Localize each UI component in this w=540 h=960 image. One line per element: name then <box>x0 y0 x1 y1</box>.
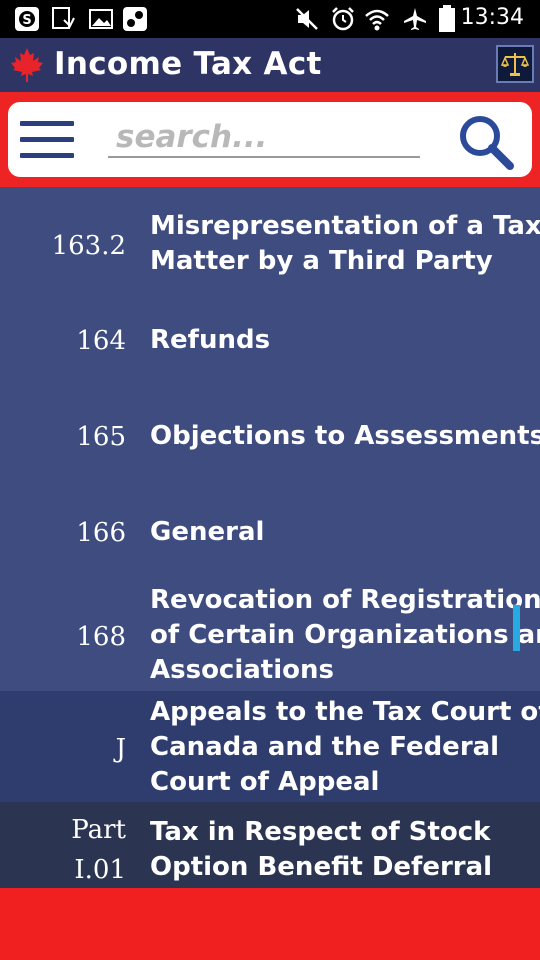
section-number: 164 <box>76 326 126 356</box>
menu-icon-line <box>20 137 74 142</box>
section-number: 165 <box>76 422 126 452</box>
list-item[interactable]: 168 Revocation of Registration of Certai… <box>0 573 540 691</box>
app-title: Income Tax Act <box>54 46 322 82</box>
search-box: search... <box>8 102 532 177</box>
list-item[interactable]: 166 General <box>0 477 540 573</box>
download-icon <box>50 6 76 32</box>
search-input[interactable]: search... <box>108 120 420 158</box>
search-icon <box>460 116 514 170</box>
list-item[interactable]: Part I.01 Tax in Respect of Stock Option… <box>0 802 540 888</box>
skype-icon: S <box>14 6 40 32</box>
wifi-icon <box>364 6 390 32</box>
menu-button[interactable] <box>20 121 76 161</box>
section-number: J <box>115 734 126 764</box>
scrollbar[interactable] <box>513 605 520 651</box>
section-title: Appeals to the Tax Court of Canada and t… <box>150 697 540 797</box>
search-bar: search... <box>0 92 540 187</box>
list-item[interactable]: J Appeals to the Tax Court of Canada and… <box>0 691 540 802</box>
section-number: 163.2 <box>51 231 126 261</box>
scales-icon <box>500 53 530 76</box>
battery-icon <box>434 5 460 32</box>
section-title: Revocation of Registration of Certain Or… <box>150 585 540 685</box>
menu-icon-line <box>20 121 74 126</box>
section-title: General <box>150 517 265 547</box>
alarm-icon <box>330 6 356 32</box>
list-item[interactable]: 164 Refunds <box>0 285 540 381</box>
list-item[interactable]: 163.2 Misrepresentation of a Tax Matter … <box>0 187 540 285</box>
menu-icon-line <box>20 153 74 158</box>
airplane-mode-icon <box>402 6 428 32</box>
section-list: 163.2 Misrepresentation of a Tax Matter … <box>0 187 540 888</box>
maple-leaf-icon <box>8 46 46 84</box>
section-title: Objections to Assessments <box>150 421 540 451</box>
status-time: 13:34 <box>460 5 524 30</box>
scales-of-justice-button[interactable] <box>496 45 534 83</box>
gallery-icon <box>88 6 114 32</box>
section-title: Tax in Respect of Stock Option Benefit D… <box>150 817 493 882</box>
section-number: Part I.01 <box>71 815 126 885</box>
section-number: 166 <box>76 518 126 548</box>
section-title: Refunds <box>150 325 271 355</box>
footer-banner <box>0 888 540 960</box>
list-item[interactable]: 165 Objections to Assessments <box>0 381 540 477</box>
app-bar: Income Tax Act <box>0 38 540 92</box>
section-title: Misrepresentation of a Tax Matter by a T… <box>150 211 540 276</box>
section-number: 168 <box>76 622 126 652</box>
status-bar: S 13:34 <box>0 0 540 38</box>
search-button[interactable] <box>456 112 516 172</box>
app-notification-icon <box>122 6 148 32</box>
svg-text:S: S <box>22 13 31 28</box>
mute-icon <box>294 6 320 32</box>
